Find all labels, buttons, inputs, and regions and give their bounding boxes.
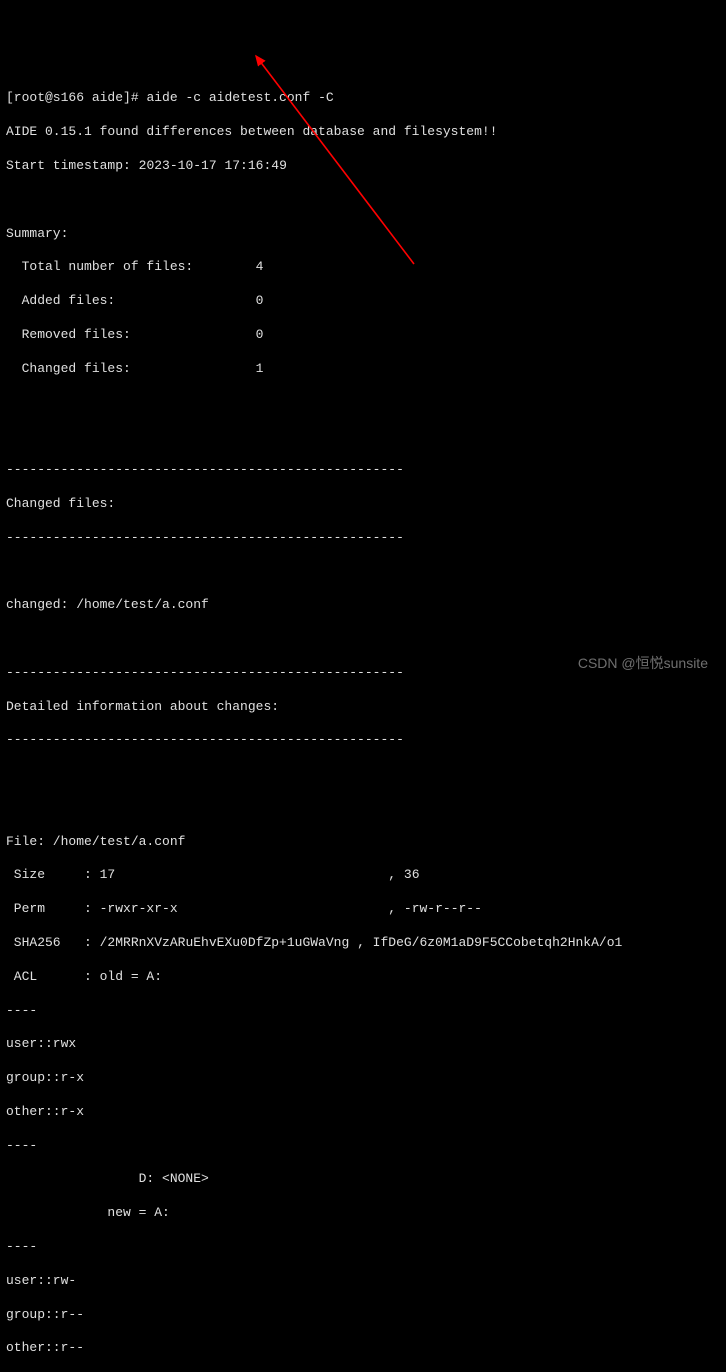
timestamp-value: 2023-10-17 17:16:49 (139, 158, 287, 173)
blank-line (6, 766, 720, 783)
changed-file-entry: changed: /home/test/a.conf (6, 597, 720, 614)
acl-dash: ---- (6, 1138, 720, 1155)
acl-dash: ---- (6, 1239, 720, 1256)
file-path: File: /home/test/a.conf (6, 834, 720, 851)
divider: ----------------------------------------… (6, 732, 720, 749)
file-sha256: SHA256 : /2MRRnXVzARuEhvEXu0DfZp+1uGWaVn… (6, 935, 720, 952)
acl-other: other::r-x (6, 1104, 720, 1121)
version-line: AIDE 0.15.1 found differences between da… (6, 124, 720, 141)
blank-line (6, 394, 720, 411)
changed-files-header: Changed files: (6, 496, 720, 513)
acl-user-new: user::rw- (6, 1273, 720, 1290)
summary-total: Total number of files: 4 (6, 259, 720, 276)
acl-new: new = A: (6, 1205, 720, 1222)
divider: ----------------------------------------… (6, 462, 720, 479)
summary-removed: Removed files: 0 (6, 327, 720, 344)
terminal-output: [root@s166 aide]# aide -c aidetest.conf … (6, 74, 720, 1372)
summary-label: Summary: (6, 226, 720, 243)
blank-line (6, 428, 720, 445)
timestamp-label: Start timestamp: (6, 158, 131, 173)
acl-other-new: other::r-- (6, 1340, 720, 1357)
divider: ----------------------------------------… (6, 530, 720, 547)
blank-line (6, 800, 720, 817)
summary-added: Added files: 0 (6, 293, 720, 310)
acl-d-none: D: <NONE> (6, 1171, 720, 1188)
command: aide -c aidetest.conf -C (146, 90, 333, 105)
blank-line (6, 631, 720, 648)
timestamp-line: Start timestamp: 2023-10-17 17:16:49 (6, 158, 720, 175)
acl-dash: ---- (6, 1003, 720, 1020)
summary-changed: Changed files: 1 (6, 361, 720, 378)
acl-user: user::rwx (6, 1036, 720, 1053)
file-acl: ACL : old = A: (6, 969, 720, 986)
watermark: CSDN @恒悦sunsite (578, 654, 708, 672)
file-size: Size : 17 , 36 (6, 867, 720, 884)
detailed-header: Detailed information about changes: (6, 699, 720, 716)
prompt-line: [root@s166 aide]# aide -c aidetest.conf … (6, 90, 720, 107)
acl-group-new: group::r-- (6, 1307, 720, 1324)
blank-line (6, 192, 720, 209)
blank-line (6, 563, 720, 580)
acl-group: group::r-x (6, 1070, 720, 1087)
file-perm: Perm : -rwxr-xr-x , -rw-r--r-- (6, 901, 720, 918)
prompt-user-host: [root@s166 aide]# (6, 90, 139, 105)
